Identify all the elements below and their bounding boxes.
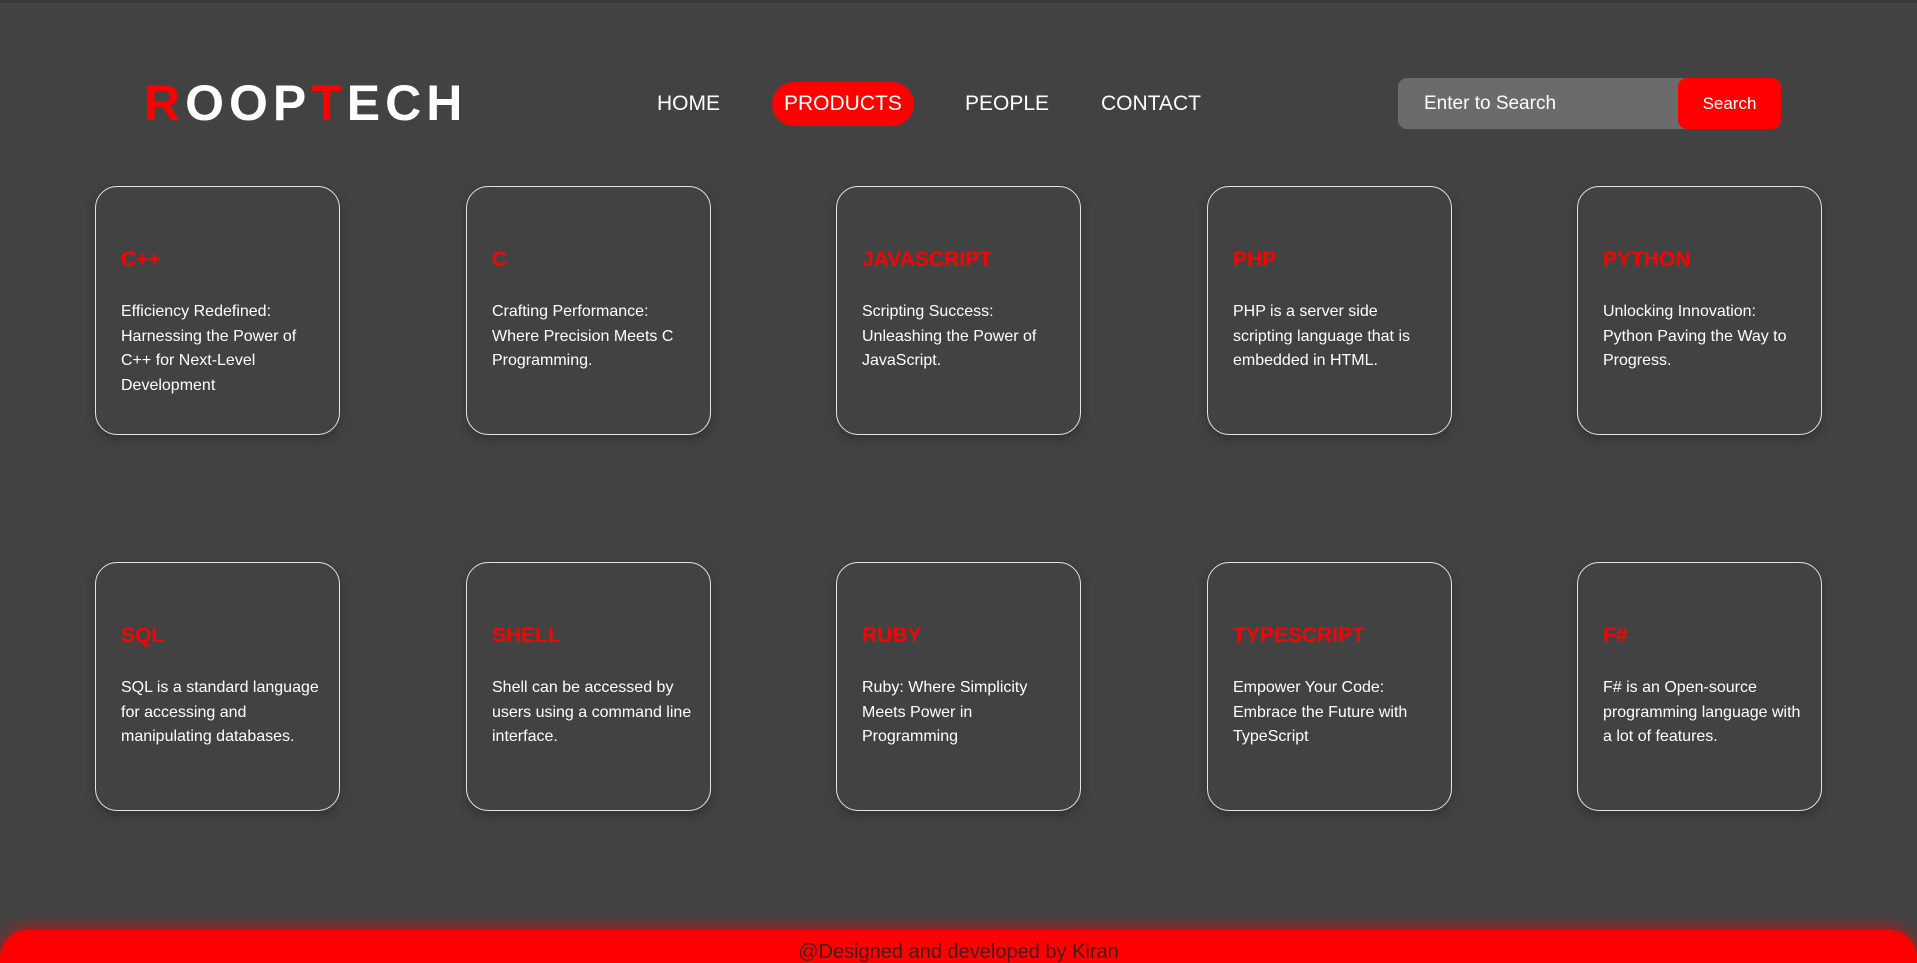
card-title: SHELL — [492, 624, 561, 647]
product-card-php[interactable]: PHP PHP is a server side scripting langu… — [1207, 186, 1452, 435]
card-description: Ruby: Where Simplicity Meets Power in Pr… — [862, 679, 1028, 745]
card-description: Efficiency Redefined: Harnessing the Pow… — [121, 303, 297, 394]
search-input[interactable] — [1398, 78, 1678, 129]
site-footer: @Designed and developed by Kiran — [0, 930, 1917, 963]
nav-item-products[interactable]: PRODUCTS — [772, 82, 914, 126]
card-title: JAVASCRIPT — [862, 248, 992, 271]
page: ROOPTECH HOME PRODUCTS PEOPLE CONTACT Se… — [0, 0, 1917, 963]
logo-text-oop: OOP — [185, 75, 312, 131]
card-title: C++ — [121, 248, 161, 271]
product-card-typescript[interactable]: TYPESCRIPT Empower Your Code: Embrace th… — [1207, 562, 1452, 811]
card-description: Crafting Performance: Where Precision Me… — [492, 303, 674, 369]
card-description: Shell can be accessed by users using a c… — [492, 679, 692, 745]
card-title: C — [492, 248, 508, 271]
nav-item-home[interactable]: HOME — [657, 82, 720, 126]
card-description: Empower Your Code: Embrace the Future wi… — [1233, 679, 1408, 745]
product-card-cpp[interactable]: C++ Efficiency Redefined: Harnessing the… — [95, 186, 340, 435]
site-logo[interactable]: ROOPTECH — [144, 73, 467, 133]
card-title: F# — [1603, 624, 1628, 647]
card-title: PHP — [1233, 248, 1277, 271]
card-description: PHP is a server side scripting language … — [1233, 303, 1410, 369]
logo-letter-t: T — [311, 75, 347, 131]
card-description: SQL is a standard language for accessing… — [121, 679, 319, 745]
product-card-javascript[interactable]: JAVASCRIPT Scripting Success: Unleashing… — [836, 186, 1081, 435]
card-title: RUBY — [862, 624, 922, 647]
search-bar: Search — [1398, 78, 1781, 129]
card-description: Scripting Success: Unleashing the Power … — [862, 303, 1037, 369]
search-button[interactable]: Search — [1678, 78, 1781, 129]
product-card-python[interactable]: PYTHON Unlocking Innovation: Python Pavi… — [1577, 186, 1822, 435]
logo-text-ech: ECH — [346, 75, 468, 131]
product-card-c[interactable]: C Crafting Performance: Where Precision … — [466, 186, 711, 435]
product-card-ruby[interactable]: RUBY Ruby: Where Simplicity Meets Power … — [836, 562, 1081, 811]
logo-letter-r: R — [144, 75, 186, 131]
product-card-shell[interactable]: SHELL Shell can be accessed by users usi… — [466, 562, 711, 811]
product-card-fsharp[interactable]: F# F# is an Open-source programming lang… — [1577, 562, 1822, 811]
nav-item-people[interactable]: PEOPLE — [965, 82, 1049, 126]
card-title: SQL — [121, 624, 165, 647]
footer-credit: @Designed and developed by Kiran — [798, 941, 1119, 963]
card-title: PYTHON — [1603, 248, 1691, 271]
card-description: Unlocking Innovation: Python Paving the … — [1603, 303, 1787, 369]
product-card-sql[interactable]: SQL SQL is a standard language for acces… — [95, 562, 340, 811]
nav-item-contact[interactable]: CONTACT — [1101, 82, 1201, 126]
card-title: TYPESCRIPT — [1233, 624, 1365, 647]
card-description: F# is an Open-source programming languag… — [1603, 679, 1801, 745]
